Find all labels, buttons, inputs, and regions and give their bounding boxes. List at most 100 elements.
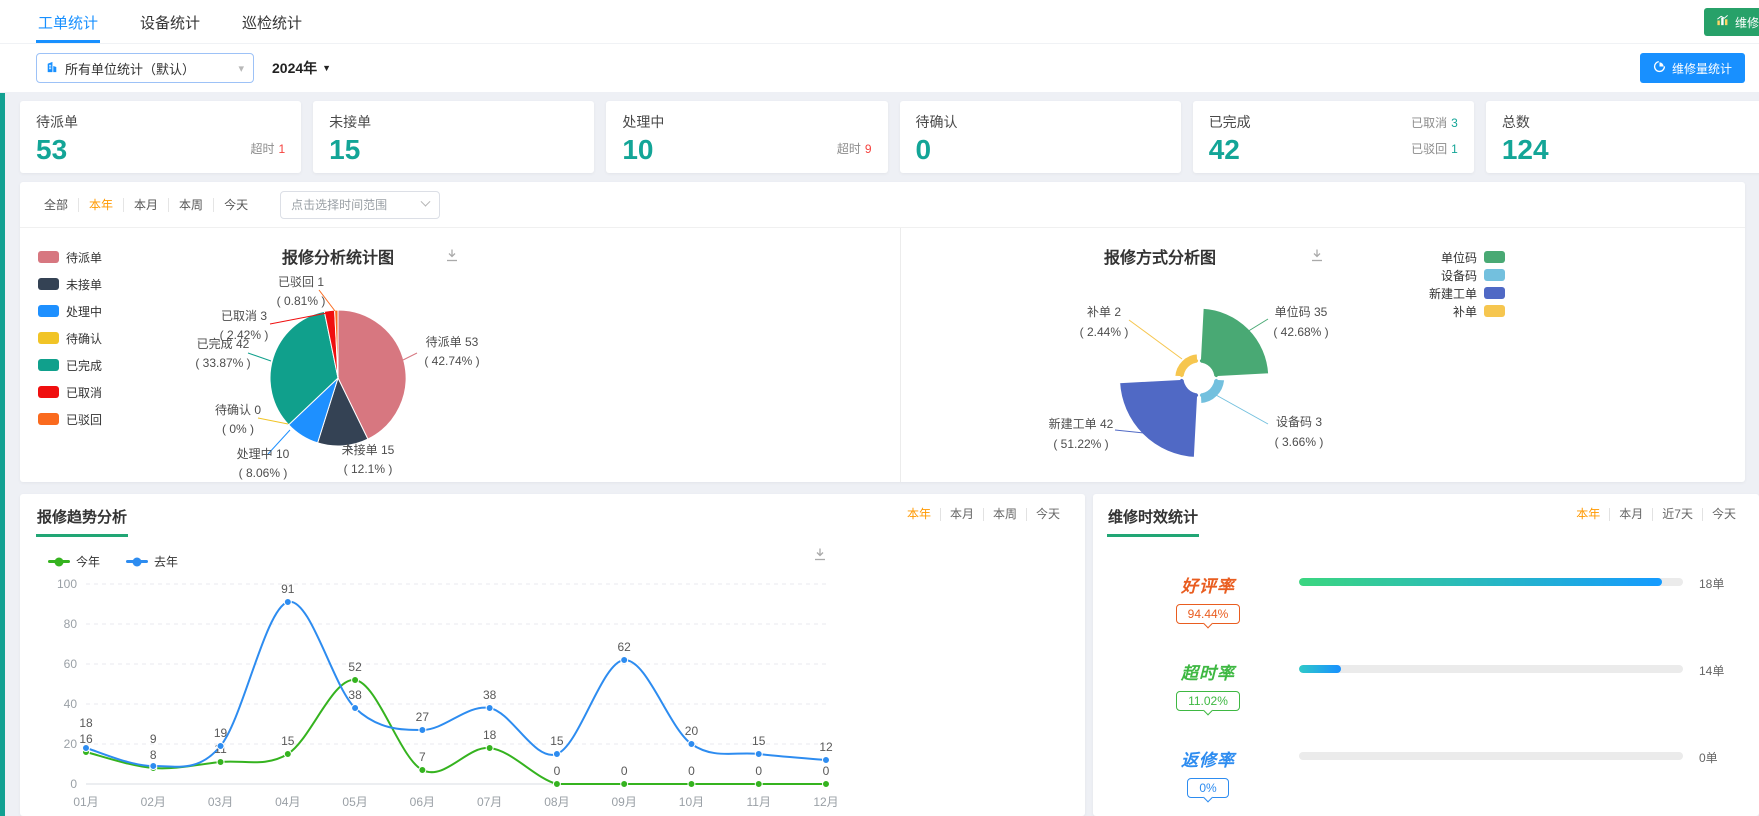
time-range-placeholder: 点击选择时间范围 [291, 198, 388, 212]
svg-text:20: 20 [64, 737, 78, 751]
time-range-select[interactable]: 点击选择时间范围 [280, 190, 441, 219]
legend-swatch [38, 251, 59, 263]
stat-card-value: 0 [915, 134, 932, 165]
svg-text:06月: 06月 [410, 795, 435, 809]
repair-analysis-legend: 待派单未接单处理中待确认已完成已取消已驳回 [38, 248, 102, 437]
metric-label: 返修率 [1181, 751, 1235, 770]
metric-left: 超时率 11.02% [1133, 659, 1283, 716]
svg-text:09月: 09月 [612, 795, 637, 809]
svg-text:0: 0 [70, 777, 77, 791]
volume-stats-label: 维修量统计 [1671, 61, 1732, 76]
timeliness-tab-2[interactable]: 近7天 [1653, 508, 1703, 521]
series-line-今年 [85, 678, 826, 785]
trend-legend-今年[interactable]: 今年 [48, 553, 100, 570]
trend-tab-3[interactable]: 今天 [1027, 508, 1069, 521]
stat-card-processing: 处理中 10 超时 9 [606, 101, 888, 173]
metric-label: 超时率 [1181, 664, 1235, 683]
legend-item-已取消[interactable]: 已取消 [38, 383, 102, 401]
legend-swatch [38, 359, 59, 371]
legend-item-新建工单[interactable]: 新建工单 [1429, 286, 1505, 301]
tab-inspection-stats[interactable]: 巡检统计 [240, 0, 304, 43]
stat-card-title: 总数 [1501, 114, 1530, 130]
trend-tab-0[interactable]: 本年 [898, 508, 941, 521]
metric-bar-track [1299, 578, 1683, 586]
trend-tab-1[interactable]: 本月 [941, 508, 984, 521]
svg-text:15: 15 [281, 734, 295, 748]
svg-text:60: 60 [64, 657, 78, 671]
repair-method-pie-svg: 单位码 35 ( 42.68% ) 设备码 3 ( 3.66% ) 新建工单 42 ( 5… [1049, 304, 1329, 459]
chip-4[interactable]: 今天 [214, 198, 258, 212]
chip-3[interactable]: 本周 [169, 197, 215, 212]
legend-item-待派单[interactable]: 待派单 [38, 248, 102, 266]
annual-report-button[interactable]: 维修年报 [1703, 8, 1759, 36]
chip-0[interactable]: 全部 [34, 197, 80, 212]
legend-swatch [38, 386, 59, 398]
stat-card-title: 待派单 [36, 114, 78, 130]
svg-text:52: 52 [348, 660, 362, 674]
legend-item-未接单[interactable]: 未接单 [38, 275, 102, 293]
filter-row: 全部 本年 本月 本周 今天 点击选择时间范围 [20, 182, 1745, 228]
legend-item-已完成[interactable]: 已完成 [38, 356, 102, 374]
stat-card-completed: 已完成 42 已取消 3 已驳回 1 [1192, 101, 1474, 173]
svg-text:( 3.66% ): ( 3.66% ) [1275, 435, 1324, 449]
svg-text:0: 0 [755, 764, 762, 778]
stat-card-not-accepted: 未接单 15 [313, 101, 595, 173]
toolbar: 所有单位统计（默认） ▾ 2024年 ▼ 维修量统计 [0, 44, 1759, 92]
chip-2[interactable]: 本月 [124, 197, 170, 212]
download-icon[interactable] [812, 546, 828, 567]
stat-card-extra: 已取消 3 [1411, 116, 1458, 130]
timeliness-tab-1[interactable]: 本月 [1610, 508, 1654, 521]
trend-tab-2[interactable]: 本周 [984, 508, 1027, 521]
legend-label: 已驳回 [66, 412, 103, 427]
chevron-down-icon [420, 196, 431, 207]
metric-left: 返修率 0% [1133, 746, 1283, 803]
tab-device-stats[interactable]: 设备统计 [138, 0, 202, 43]
x-axis-labels: 01月 02月 03月 04月 05月 06月 07月 08月 09月 10月 11月 12月 [73, 795, 838, 809]
svg-text:( 42.68% ): ( 42.68% ) [1273, 325, 1328, 339]
tab-work-order-stats[interactable]: 工单统计 [36, 0, 101, 43]
grid: 020406080100 [57, 577, 826, 791]
legend-label: 已取消 [66, 385, 103, 400]
unit-select[interactable]: 所有单位统计（默认） ▾ [36, 53, 254, 83]
stat-card-title: 处理中 [622, 114, 665, 130]
svg-text:待派单 53: 待派单 53 [426, 335, 479, 349]
year-select[interactable]: 2024年 ▼ [272, 58, 331, 78]
trend-legend-去年[interactable]: 去年 [126, 553, 178, 570]
svg-text:18: 18 [483, 728, 497, 742]
legend-item-待确认[interactable]: 待确认 [38, 329, 102, 347]
metric-bar-track [1299, 665, 1683, 673]
svg-text:( 0.81% ): ( 0.81% ) [277, 294, 326, 308]
metric-bar-fill [1299, 578, 1662, 586]
pie-charts-area: 待派单 未接单 处理中 待确认 已完成 已取消 已驳回 报修分析统计图 待派单 53( 42… [20, 228, 1745, 482]
legend-item-处理中[interactable]: 处理中 [38, 302, 102, 320]
svg-text:( 12.1% ): ( 12.1% ) [344, 462, 393, 476]
svg-text:补单 2: 补单 2 [1087, 305, 1121, 319]
timeliness-tabs: 本年 本月 近7天 今天 [1567, 508, 1745, 521]
stats-row: 待派单 53 超时 1 未接单 15 处理中 10 超时 9 待确认 0 已完成 42 已取消 3 已驳回 1 总数… [20, 101, 1759, 173]
bottom-panels: 报修趋势分析 本年 本月 本周 今天 今年 去年 0 20 40 60 80 100 01月 02月 0… [20, 494, 1759, 816]
metric-count: 18单 [1699, 577, 1725, 591]
timeliness-tab-0[interactable]: 本年 [1567, 508, 1611, 521]
unit-select-value: 所有单位统计（默认） [65, 61, 196, 77]
chip-1[interactable]: 本年 [79, 197, 125, 212]
chevron-down-icon: ▾ [238, 62, 244, 75]
legend-item-设备码[interactable]: 设备码 [1429, 268, 1505, 283]
timeliness-tab-3[interactable]: 今天 [1703, 508, 1745, 521]
legend-swatch [38, 278, 59, 290]
stat-card-value: 53 [36, 134, 68, 165]
repair-analysis-chart: 待派单 未接单 处理中 待确认 已完成 已取消 已驳回 报修分析统计图 待派单 53( 42… [20, 228, 900, 482]
repair-trend-panel: 报修趋势分析 本年 本月 本周 今天 今年 去年 0 20 40 60 80 100 01月 02月 0… [20, 494, 1085, 816]
legend-item-补单[interactable]: 补单 [1429, 304, 1505, 319]
svg-text:12: 12 [819, 740, 833, 754]
svg-text:10月: 10月 [679, 795, 704, 809]
volume-stats-button[interactable]: 维修量统计 [1639, 53, 1745, 83]
top-tab-bar: 工单统计设备统计巡检统计 维修年报 [0, 0, 1759, 44]
badge-notch [1203, 792, 1213, 803]
svg-text:单位码 35: 单位码 35 [1275, 304, 1328, 319]
timeliness-metrics: 好评率 94.44% 18单 超时率 11.02% 14单 返修率 0% 0单 [1107, 572, 1745, 803]
metric-row-超时率: 超时率 11.02% 14单 [1107, 659, 1745, 716]
repair-analysis-pie-svg: 待派单 53 ( 42.74% ) 未接单 15 ( 12.1% ) 处理中 10 ( 8… [195, 275, 479, 480]
svg-text:未接单 15: 未接单 15 [342, 442, 395, 457]
legend-item-已驳回[interactable]: 已驳回 [38, 410, 102, 428]
legend-item-单位码[interactable]: 单位码 [1429, 250, 1505, 265]
